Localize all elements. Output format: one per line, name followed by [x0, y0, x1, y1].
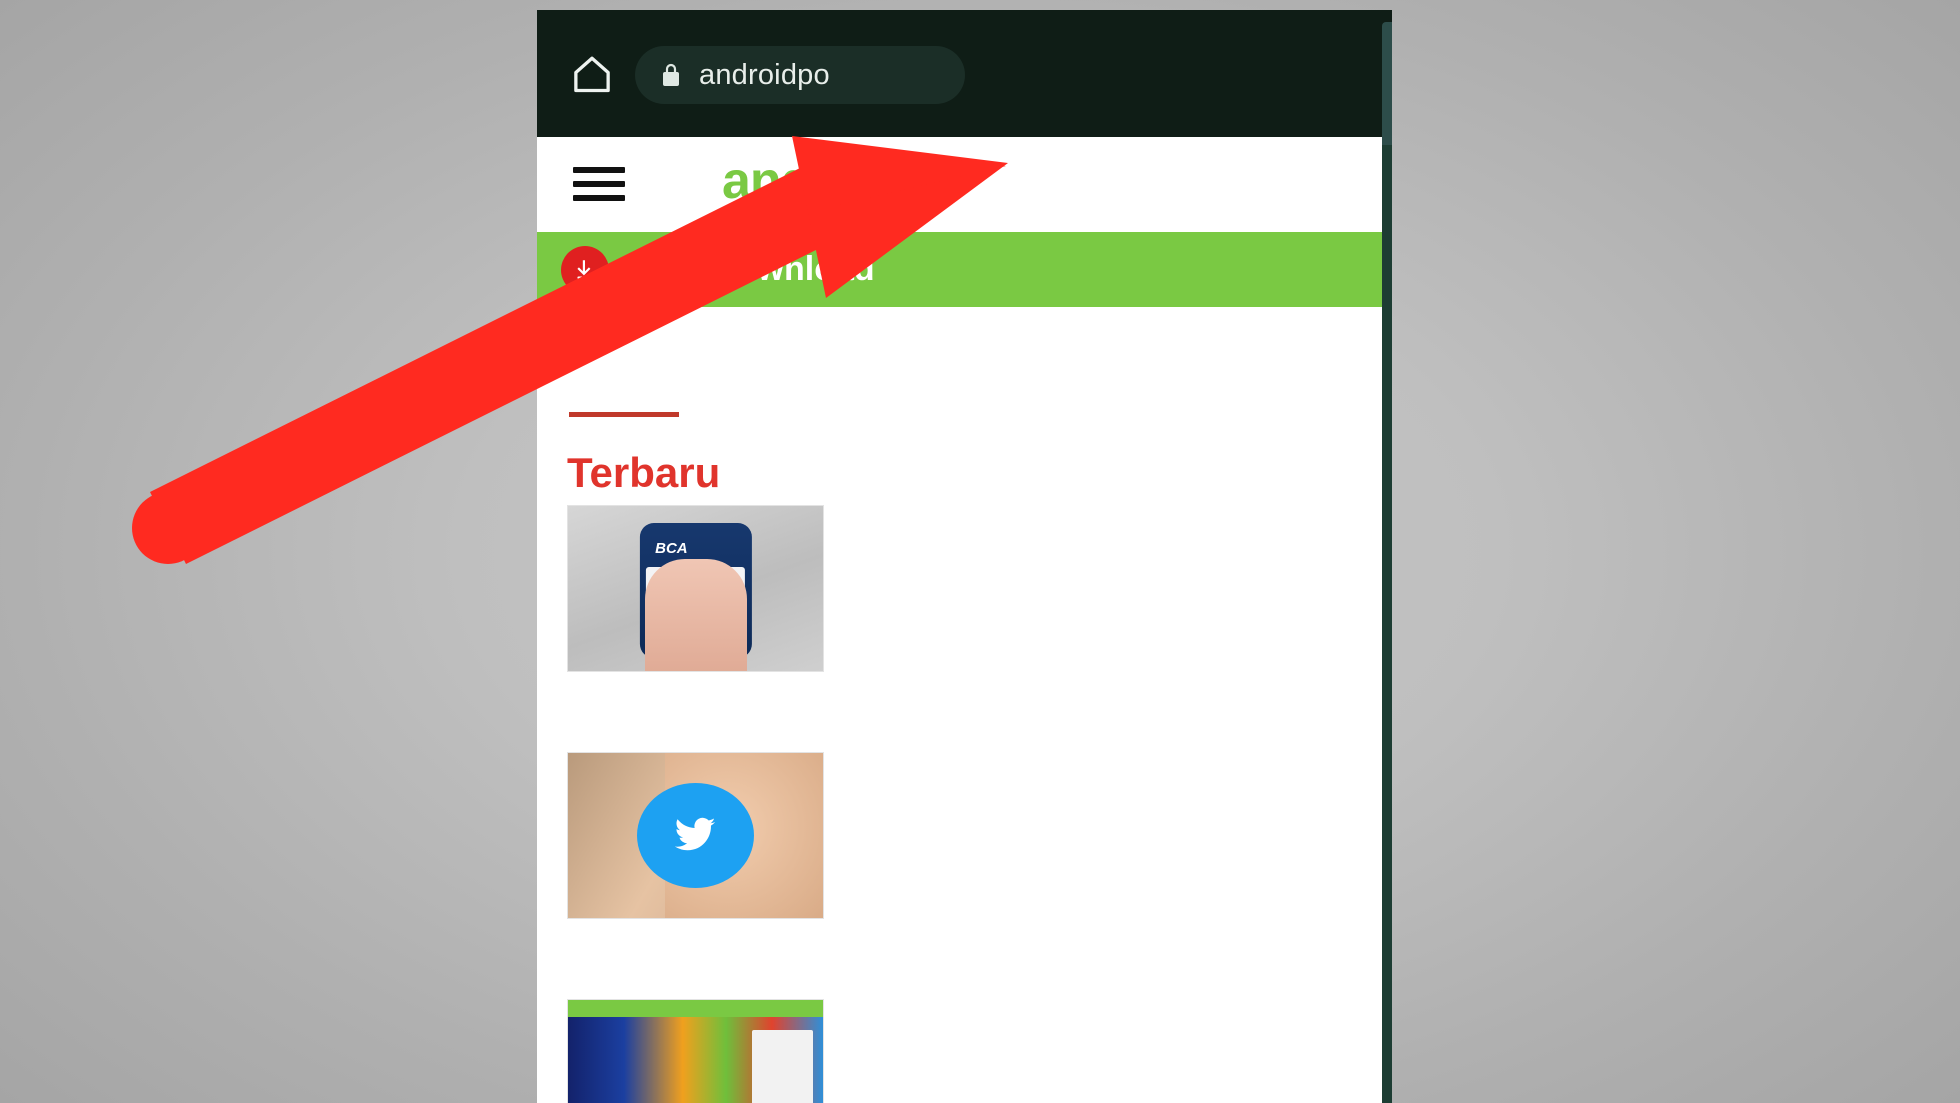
menu-item-terjemahkan[interactable]: G 文 Terjemahkan...: [1382, 947, 1392, 1047]
site-logo: andr: [722, 152, 832, 210]
menu-item-download[interactable]: Download: [1382, 446, 1392, 546]
article-thumbnail-image: BCA: [568, 506, 823, 671]
menu-item-histori[interactable]: Histori: [1382, 346, 1392, 446]
screenshot-root: andr Mobile pr APK Download Terbaru BCA: [0, 0, 1960, 1103]
menu-item-bookmark[interactable]: Bookmark: [1382, 546, 1392, 646]
article-thumbnail-image: [568, 753, 823, 918]
list-item[interactable]: BCA: [567, 505, 824, 672]
section-divider: [569, 412, 679, 417]
twitter-bird-icon: [636, 782, 755, 889]
menu-icon-toolbar: [1382, 22, 1392, 145]
menu-item-tab-baru[interactable]: Tab baru: [1382, 145, 1392, 245]
article-thumbnail-image: [568, 1000, 823, 1103]
section-heading: Terbaru: [567, 449, 721, 496]
menu-item-tab-terbaru[interactable]: Tab terbaru: [1382, 646, 1392, 746]
site-logo-tagline: Mobile pr: [782, 209, 836, 223]
download-circle-icon: [561, 245, 609, 294]
list-item[interactable]: [567, 999, 824, 1103]
phone-screenshot: andr Mobile pr APK Download Terbaru BCA: [537, 10, 1392, 1103]
url-bar[interactable]: androidpo: [635, 46, 965, 104]
web-page-content: andr Mobile pr APK Download Terbaru BCA: [537, 137, 1392, 1103]
menu-item-bagikan[interactable]: Bagikan... B: [1382, 747, 1392, 847]
menu-item-tab-samaran-baru[interactable]: Tab Samaran baru: [1382, 245, 1392, 345]
apk-download-bar[interactable]: APK Download: [537, 232, 1392, 307]
home-icon[interactable]: [570, 52, 614, 96]
url-text: androidpo: [699, 58, 830, 91]
menu-item-cari-di-halaman[interactable]: Cari di halaman: [1382, 847, 1392, 947]
hamburger-menu-icon[interactable]: [573, 167, 625, 203]
lock-icon: [659, 61, 683, 89]
list-item[interactable]: [567, 752, 824, 919]
site-header: andr Mobile pr: [537, 137, 1392, 233]
browser-overflow-menu: Tab baru Tab Samaran baru: [1382, 145, 1392, 1103]
apk-download-label: APK Download: [631, 250, 875, 288]
browser-toolbar: androidpo: [537, 10, 1392, 137]
